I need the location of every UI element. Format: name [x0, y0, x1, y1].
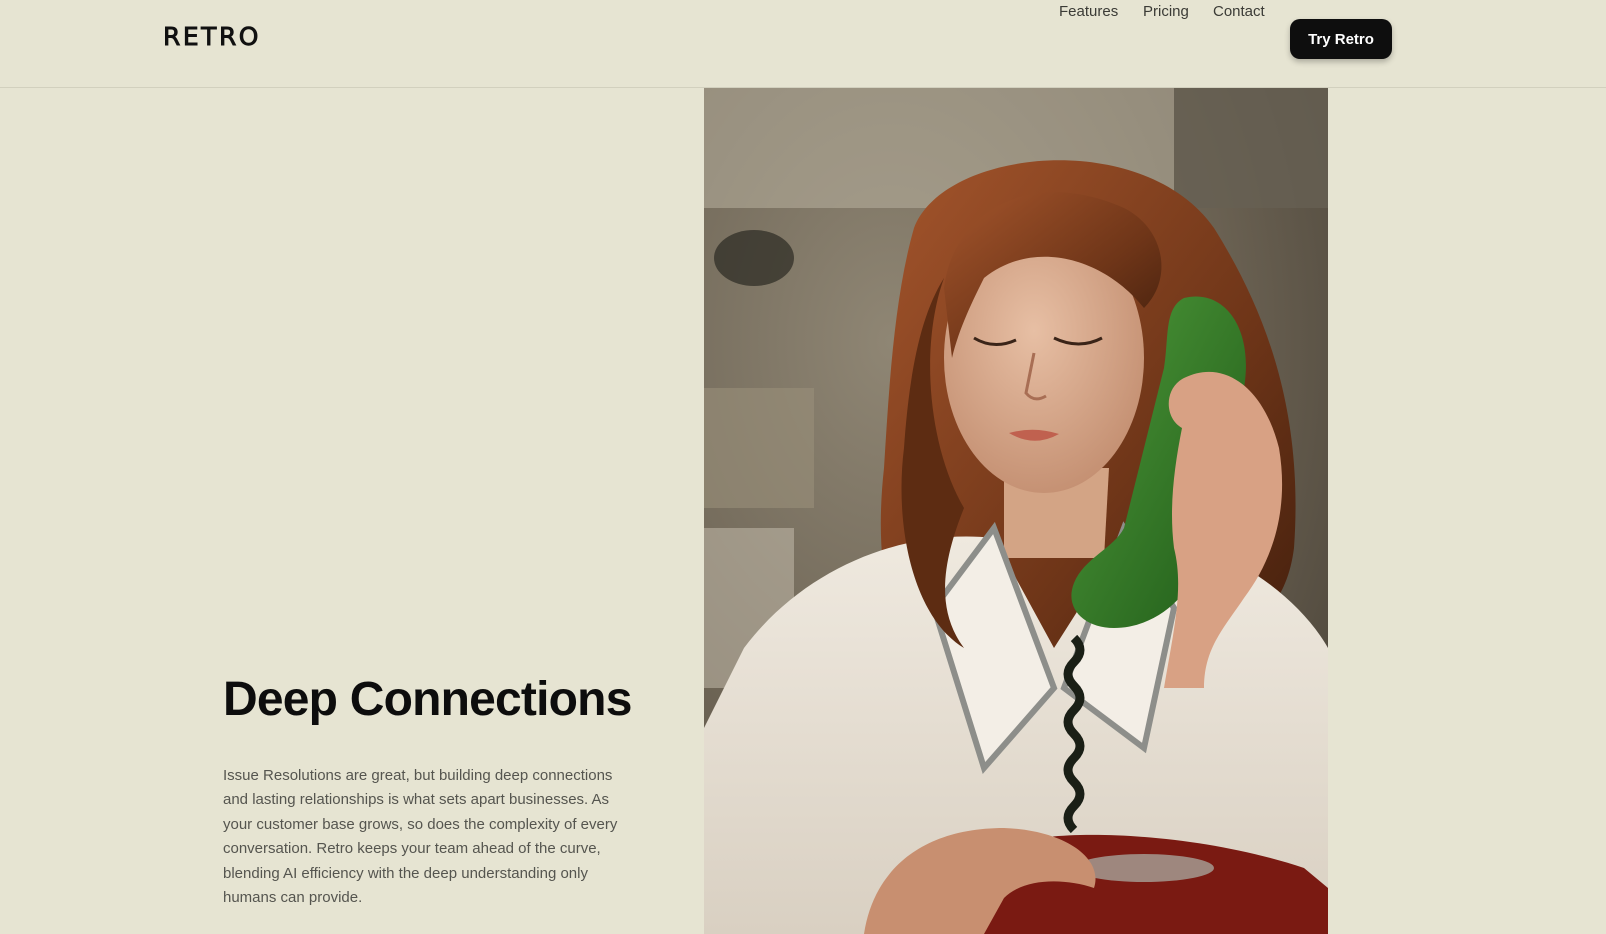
nav-link-features[interactable]: Features	[1059, 3, 1118, 20]
site-header: RETRO Features Pricing Contact Try Retro	[0, 0, 1606, 88]
woman-on-phone-illustration	[704, 88, 1328, 934]
retro-logo[interactable]: RETRO	[163, 22, 261, 52]
hero-description: Issue Resolutions are great, but buildin…	[223, 767, 618, 907]
hero-title: Deep Connections	[223, 673, 632, 726]
nav-link-contact[interactable]: Contact	[1213, 3, 1265, 20]
nav-link-pricing[interactable]: Pricing	[1143, 3, 1189, 20]
hero-photo	[704, 88, 1328, 934]
try-retro-button[interactable]: Try Retro	[1290, 19, 1392, 59]
